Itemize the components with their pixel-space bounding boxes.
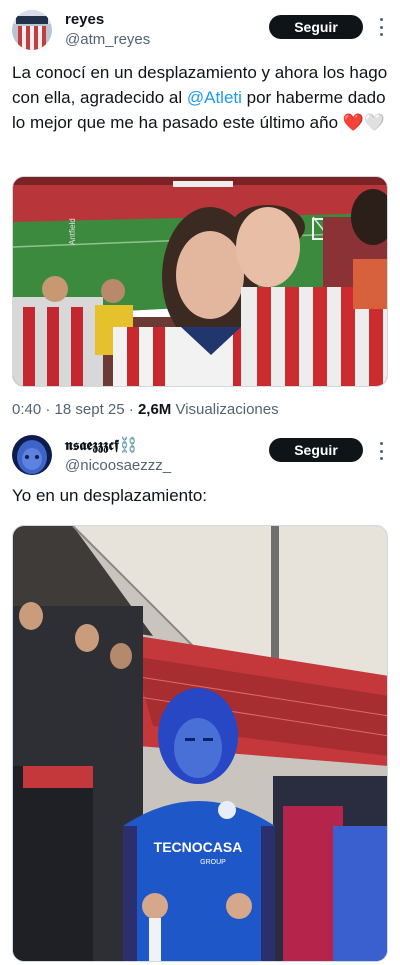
tweet-time[interactable]: 0:40: [12, 401, 41, 418]
tweet-meta: 0:40 · 18 sept 25 · 2,6M Visualizaciones: [12, 401, 279, 418]
handle[interactable]: @atm_reyes: [65, 30, 150, 50]
photo-stadium-fan: TECNOCASA GROUP: [13, 526, 387, 961]
tweet-photo[interactable]: TECNOCASA GROUP: [12, 525, 388, 962]
more-options-icon[interactable]: [378, 18, 384, 36]
display-name[interactable]: 𝖓𝖘𝖆𝖊𝖟𝖟𝖟𝖈𝖋⛓️: [65, 437, 171, 455]
handle[interactable]: @nicoosaezzz_: [65, 456, 171, 476]
shirt-sponsor-sub: GROUP: [200, 859, 226, 866]
shirt-sponsor: TECNOCASA: [154, 839, 243, 855]
tweet-text: Yo en un desplazamiento:: [12, 486, 208, 505]
avatar[interactable]: [12, 435, 52, 475]
photo-caption: Antfield: [68, 218, 77, 245]
more-options-icon[interactable]: [378, 442, 384, 460]
photo-stadium-couple: Antfield: [13, 177, 387, 386]
tweet-photo[interactable]: Antfield: [12, 176, 388, 387]
views-count: 2,6M: [137, 401, 172, 418]
tweet-date[interactable]: 18 sept 25: [55, 401, 125, 418]
tweet-nicoosaezzz: 𝖓𝖘𝖆𝖊𝖟𝖟𝖟𝖈𝖋⛓️ @nicoosaezzz_ Seguir Yo en u…: [0, 430, 400, 965]
follow-button[interactable]: Seguir: [269, 438, 363, 462]
views-label: Visualizaciones: [175, 401, 279, 418]
follow-button[interactable]: Seguir: [269, 15, 363, 39]
tweet-text: La conocí en un desplazamiento y ahora l…: [12, 60, 388, 135]
avatar[interactable]: [12, 10, 52, 50]
mention-link[interactable]: @Atleti: [187, 88, 242, 107]
display-name[interactable]: reyes: [65, 11, 150, 29]
tweet-reyes: reyes @atm_reyes Seguir La conocí en un …: [0, 0, 400, 430]
